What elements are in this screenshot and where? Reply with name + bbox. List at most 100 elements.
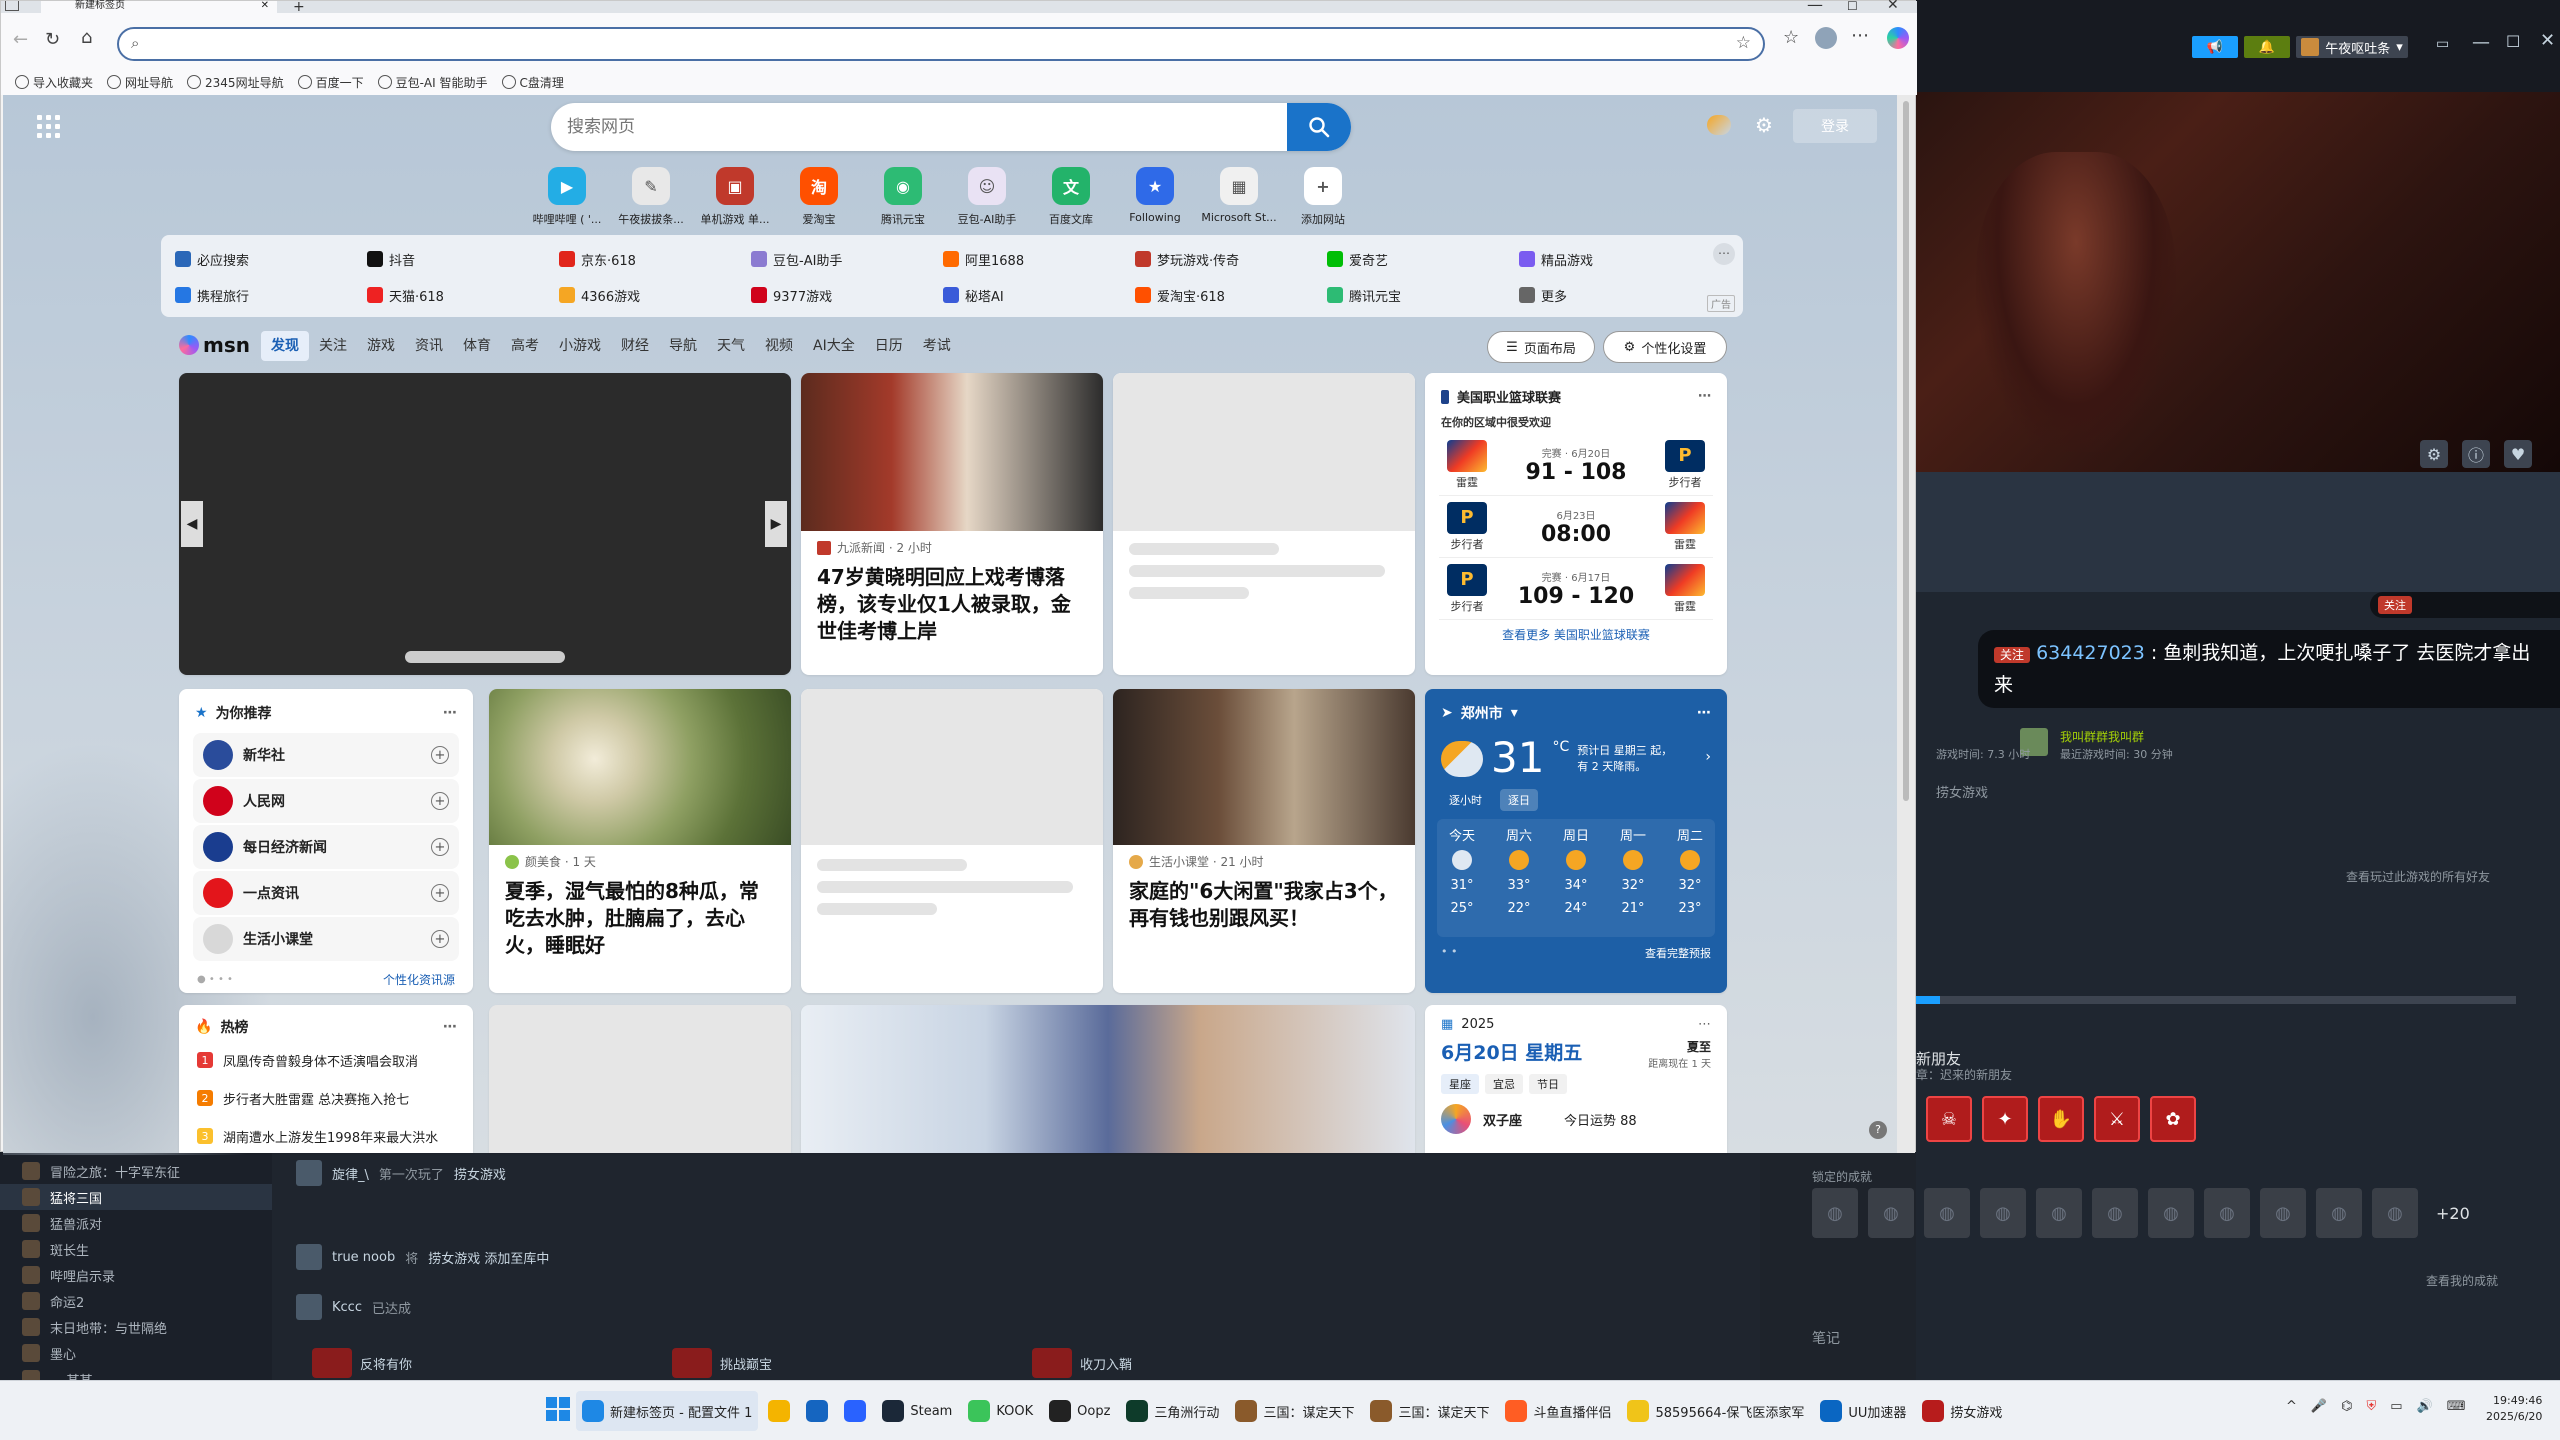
locked-achievement-icon[interactable]: ◍	[2204, 1188, 2250, 1238]
hot-more-icon[interactable]: ⋯	[1713, 243, 1735, 265]
taskbar-app[interactable]	[838, 1391, 872, 1431]
quick-link[interactable]: ☺ 豆包-AI助手	[949, 167, 1025, 227]
hot-site-link[interactable]: 京东·618	[559, 241, 751, 277]
settings-icon[interactable]: ⚙	[1755, 113, 1773, 137]
activity-avatar[interactable]	[296, 1160, 322, 1186]
locked-achievement-icon[interactable]: ◍	[2092, 1188, 2138, 1238]
recommend-item[interactable]: 一点资讯 +	[193, 871, 459, 915]
import-favorites-button[interactable]: 导入收藏夹	[15, 69, 93, 95]
favorites-icon[interactable]: ☆	[1783, 27, 1799, 48]
minimize-button[interactable]: —	[2472, 32, 2490, 53]
web-search-input[interactable]	[567, 111, 1247, 143]
taskbar-app[interactable]: 三国：谋定天下	[1229, 1391, 1360, 1431]
home-icon[interactable]: ⌂	[81, 27, 92, 48]
more-icon[interactable]: ⋯	[443, 705, 457, 721]
follow-plus-icon[interactable]: +	[431, 884, 449, 902]
locked-achievement-icon[interactable]: ◍	[1924, 1188, 1970, 1238]
recommend-item[interactable]: 每日经济新闻 +	[193, 825, 459, 869]
weather-more-link[interactable]: 查看完整预报	[1645, 945, 1711, 961]
recommend-item[interactable]: 人民网 +	[193, 779, 459, 823]
hot-site-link[interactable]: 梦玩游戏·传奇	[1135, 241, 1327, 277]
scroll-thumb[interactable]	[1903, 101, 1909, 801]
help-icon[interactable]: ?	[1869, 1121, 1887, 1139]
news-card[interactable]: 九派新闻 · 2 小时 47岁黄晓明回应上戏考博落榜，该专业仅1人被录取，金世佳…	[801, 373, 1103, 675]
input-method-icon[interactable]: ⌨	[2447, 1399, 2466, 1414]
quick-link[interactable]: 淘爱淘宝	[781, 167, 857, 227]
copilot-icon[interactable]	[1887, 27, 1909, 49]
friends-link[interactable]: 查看玩过此游戏的所有好友	[2346, 868, 2490, 885]
bookmark-item[interactable]: 网址导航	[107, 69, 173, 95]
hot-site-link[interactable]: 必应搜索	[175, 241, 367, 277]
forecast-day[interactable]: 周日 34° 24°	[1551, 825, 1601, 937]
heart-icon[interactable]: ♥	[2504, 440, 2532, 468]
tab-daily[interactable]: 逐日	[1500, 789, 1538, 811]
calendar-tab[interactable]: 宜忌	[1485, 1074, 1523, 1094]
recommend-link[interactable]: 个性化资讯源	[383, 971, 455, 988]
hot-site-link[interactable]: 4366游戏	[559, 277, 751, 313]
achievement-icon[interactable]: ✦	[1982, 1096, 2028, 1142]
msn-tab[interactable]: 天气	[707, 331, 755, 361]
weather-icon[interactable]	[1707, 115, 1731, 135]
pager-dots[interactable]: ● • • •	[197, 974, 233, 985]
activity-user[interactable]: 旋律_\	[332, 1164, 369, 1183]
maximize-button[interactable]: ☐	[1847, 0, 1858, 13]
locked-achievement-icon[interactable]: ◍	[2148, 1188, 2194, 1238]
msn-tab[interactable]: AI大全	[803, 331, 865, 361]
hot-site-link[interactable]: 秘塔AI	[943, 277, 1135, 313]
forecast-day[interactable]: 周二 32° 23°	[1665, 825, 1715, 937]
chevron-up-icon[interactable]: ^	[2286, 1399, 2297, 1414]
taskbar-app[interactable]: 斗鱼直播伴侣	[1499, 1391, 1617, 1431]
clock[interactable]: 19:49:46 2025/6/20	[2486, 1393, 2542, 1425]
feed-achievement[interactable]: 挑战巅宝	[672, 1348, 772, 1378]
antivirus-icon[interactable]: ⛨	[2366, 1399, 2376, 1414]
quick-link[interactable]: ▣ 单机游戏 单...	[697, 167, 773, 227]
hot-site-link[interactable]: 更多	[1519, 277, 1711, 313]
taskbar-app[interactable]: 三角洲行动	[1120, 1391, 1225, 1431]
hot-site-link[interactable]: 爱淘宝·618	[1135, 277, 1327, 313]
locked-achievement-icon[interactable]: ◍	[1812, 1188, 1858, 1238]
web-search-button[interactable]	[1287, 103, 1351, 151]
carousel-dots[interactable]	[405, 651, 565, 663]
hot-site-link[interactable]: 精品游戏	[1519, 241, 1711, 277]
msn-tab[interactable]: 游戏	[357, 331, 405, 361]
more-achievements-count[interactable]: +20	[2436, 1204, 2470, 1223]
taskbar-app[interactable]: 58595664-保飞医添家军	[1621, 1391, 1810, 1431]
nba-game-row[interactable]: P 步行者 完赛 · 6月17日 109 - 120 雷霆	[1439, 558, 1713, 620]
news-headline[interactable]: 47岁黄晓明回应上戏考博落榜，该专业仅1人被录取，金世佳考博上岸	[817, 564, 1087, 645]
msn-tab[interactable]: 考试	[913, 331, 961, 361]
minimize-button[interactable]: —	[1807, 0, 1823, 14]
quick-link[interactable]: ▶ 哔哩哔哩 ( '...	[529, 167, 605, 227]
bookmark-item[interactable]: C盘清理	[501, 69, 564, 95]
hot-site-link[interactable]: 腾讯元宝	[1327, 277, 1519, 313]
monitor-icon[interactable]: ▭	[2436, 36, 2449, 52]
library-game-item[interactable]: 哔哩启示录	[0, 1262, 272, 1288]
quick-link[interactable]: ✎ 午夜拔拔条...	[613, 167, 689, 227]
msn-tab[interactable]: 日历	[865, 331, 913, 361]
hot-site-link[interactable]: 抖音	[367, 241, 559, 277]
settings-icon[interactable]: ⚙	[2420, 440, 2448, 468]
hot-list-item[interactable]: 1 凤凰传奇曾毅身体不适演唱会取消	[179, 1041, 473, 1079]
locked-achievement-icon[interactable]: ◍	[2372, 1188, 2418, 1238]
library-game-item[interactable]: 墨心	[0, 1340, 272, 1366]
taskbar-app[interactable]	[762, 1391, 796, 1431]
microphone-icon[interactable]: 🎤	[2311, 1399, 2327, 1414]
activity-game[interactable]: 捞女游戏 添加至库中	[428, 1248, 549, 1267]
news-headline[interactable]: 夏季，湿气最怕的8种瓜，常吃去水肿，肚腩扁了，去心火，睡眠好	[505, 878, 775, 959]
page-layout-button[interactable]: ☰ 页面布局	[1487, 331, 1595, 363]
feed-achievement[interactable]: 反将有你	[312, 1348, 412, 1378]
follow-plus-icon[interactable]: +	[431, 792, 449, 810]
forecast-day[interactable]: 周一 32° 21°	[1608, 825, 1658, 937]
hot-site-link[interactable]: 爱奇艺	[1327, 241, 1519, 277]
calendar-tab[interactable]: 节日	[1529, 1074, 1567, 1094]
taskbar-app[interactable]	[800, 1391, 834, 1431]
more-icon[interactable]: ⋯	[1697, 705, 1711, 721]
carousel[interactable]: ◀ ▶	[179, 373, 791, 675]
locked-achievement-icon[interactable]: ◍	[2316, 1188, 2362, 1238]
game-banner-image[interactable]	[801, 1005, 1415, 1153]
library-game-item[interactable]: 猛将三国	[0, 1184, 272, 1210]
close-button[interactable]: ✕	[1887, 0, 1899, 13]
quick-link[interactable]: ▦ Microsoft St...	[1201, 167, 1277, 227]
msn-tab[interactable]: 高考	[501, 331, 549, 361]
more-menu-icon[interactable]: ⋯	[1851, 25, 1869, 46]
achievement-icon[interactable]: ⚔	[2094, 1096, 2140, 1142]
